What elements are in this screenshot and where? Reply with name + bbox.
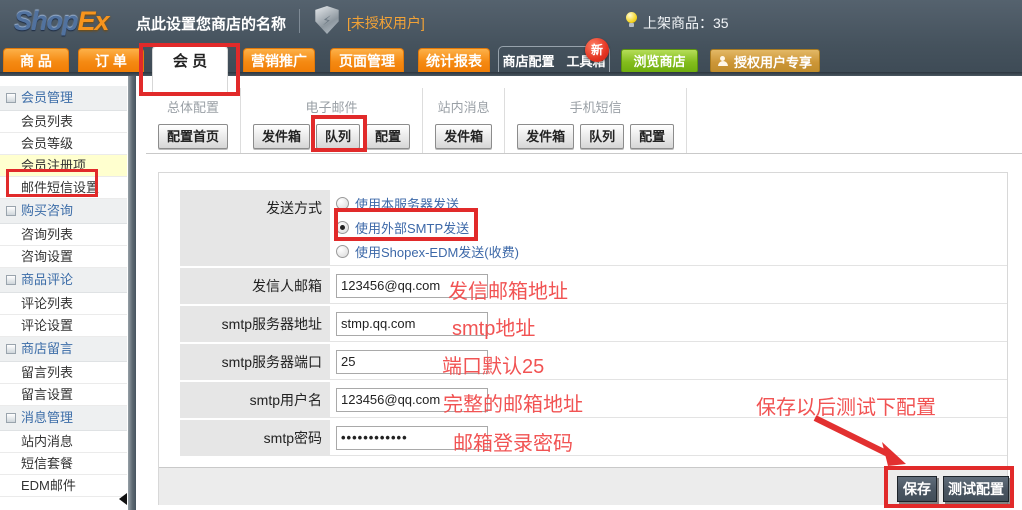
bulb-icon bbox=[626, 12, 637, 23]
nav-tab-members-active[interactable]: 会 员 bbox=[152, 46, 228, 94]
subtab-group-title: 电子邮件 bbox=[253, 97, 410, 116]
test-config-button[interactable]: 测试配置 bbox=[943, 476, 1009, 502]
section-square-icon bbox=[6, 93, 16, 103]
sidebar-item-sms-package[interactable]: 短信套餐 bbox=[0, 453, 127, 475]
subtab-sitemsg-outbox[interactable]: 发件箱 bbox=[435, 124, 492, 149]
vip-users-label: 授权用户专享 bbox=[734, 52, 812, 71]
section-square-icon bbox=[6, 413, 16, 423]
smtp-user-label: smtp用户名 bbox=[180, 382, 330, 418]
radio-checked-icon[interactable] bbox=[336, 221, 349, 234]
logo-ex-text: Ex bbox=[78, 6, 109, 36]
subtab-group-general: 总体配置 配置首页 bbox=[146, 88, 241, 153]
sidebar-divider-bar[interactable] bbox=[128, 76, 136, 510]
form-row-smtp-password: smtp密码 bbox=[180, 420, 1007, 456]
subtab-email-outbox[interactable]: 发件箱 bbox=[253, 124, 310, 149]
subtab-sms-outbox[interactable]: 发件箱 bbox=[517, 124, 574, 149]
subtab-group-sms: 手机短信 发件箱 队列 配置 bbox=[505, 88, 687, 153]
smtp-user-input[interactable] bbox=[336, 388, 488, 412]
nav-tab-reports[interactable]: 统计报表 bbox=[418, 48, 490, 72]
smtp-settings-form: 发送方式 使用本服务器发送 使用外部SMTP发送 使用Shopex-EDM发送(… bbox=[180, 190, 1007, 458]
form-row-sender-email: 发信人邮箱 bbox=[180, 268, 1007, 304]
radio-icon[interactable] bbox=[336, 245, 349, 258]
form-row-smtp-port: smtp服务器端口 bbox=[180, 344, 1007, 380]
subtab-email-queue[interactable]: 队列 bbox=[316, 124, 360, 149]
panel-footer-bar: 保存 测试配置 bbox=[159, 467, 1007, 505]
subtab-group-title: 站内消息 bbox=[435, 97, 492, 116]
nav-tab-pages[interactable]: 页面管理 bbox=[330, 48, 404, 72]
sidebar-item-member-register[interactable]: 会员注册项 bbox=[0, 155, 127, 177]
subtab-group-email: 电子邮件 发件箱 队列 配置 bbox=[241, 88, 423, 153]
sidebar-item-inquiry-list[interactable]: 咨询列表 bbox=[0, 224, 127, 246]
radio-use-local-server[interactable]: 使用本服务器发送 bbox=[336, 194, 519, 213]
lightning-icon: ⚡ bbox=[322, 14, 331, 27]
store-title-link[interactable]: 点此设置您商店的名称 bbox=[136, 13, 286, 34]
sidebar-section-message-mgmt: 消息管理 bbox=[0, 406, 127, 431]
nav-tab-orders[interactable]: 订 单 bbox=[78, 48, 144, 72]
form-row-send-method: 发送方式 使用本服务器发送 使用外部SMTP发送 使用Shopex-EDM发送(… bbox=[180, 190, 1007, 266]
section-square-icon bbox=[6, 206, 16, 216]
form-row-smtp-server: smtp服务器地址 bbox=[180, 306, 1007, 342]
top-bar: ShopEx 点此设置您商店的名称 ⚡ [未授权用户] 上架商品：35 商 品 … bbox=[0, 0, 1022, 76]
save-button[interactable]: 保存 bbox=[897, 476, 937, 502]
logo-shop-text: Shop bbox=[14, 6, 78, 36]
vip-users-button[interactable]: 授权用户专享 bbox=[710, 49, 820, 73]
sidebar-item-review-list[interactable]: 评论列表 bbox=[0, 293, 127, 315]
nav-tab-goods[interactable]: 商 品 bbox=[3, 48, 69, 72]
sidebar-section-product-reviews: 商品评论 bbox=[0, 268, 127, 293]
sidebar-item-inquiry-settings[interactable]: 咨询设置 bbox=[0, 246, 127, 268]
browse-store-button[interactable]: 浏览商店 bbox=[621, 49, 698, 73]
sidebar-item-message-settings[interactable]: 留言设置 bbox=[0, 384, 127, 406]
radio-use-external-smtp[interactable]: 使用外部SMTP发送 bbox=[336, 218, 519, 237]
smtp-port-input[interactable] bbox=[336, 350, 488, 374]
smtp-server-label: smtp服务器地址 bbox=[180, 306, 330, 342]
sidebar-section-member-mgmt: 会员管理 bbox=[0, 86, 127, 111]
sidebar-section-store-messages: 商店留言 bbox=[0, 337, 127, 362]
sidebar-item-member-level[interactable]: 会员等级 bbox=[0, 133, 127, 155]
nav-tab-store-config[interactable]: 商店配置 bbox=[502, 51, 554, 70]
subtab-group-title: 手机短信 bbox=[517, 97, 674, 116]
new-badge: 新 bbox=[585, 38, 609, 62]
sender-email-label: 发信人邮箱 bbox=[180, 268, 330, 304]
nav-tab-marketing[interactable]: 营销推广 bbox=[243, 48, 315, 72]
subtab-sms-queue[interactable]: 队列 bbox=[580, 124, 624, 149]
sidebar-item-message-list[interactable]: 留言列表 bbox=[0, 362, 127, 384]
section-square-icon bbox=[6, 344, 16, 354]
online-products-count: 上架商品：35 bbox=[643, 13, 729, 33]
subtab-email-config[interactable]: 配置 bbox=[366, 124, 410, 149]
smtp-password-label: smtp密码 bbox=[180, 420, 330, 456]
license-status[interactable]: [未授权用户] bbox=[347, 13, 425, 33]
subtab-bar: 总体配置 配置首页 电子邮件 发件箱 队列 配置 站内消息 发件箱 手机短信 发… bbox=[146, 88, 1022, 154]
subtab-group-title: 总体配置 bbox=[158, 97, 228, 116]
radio-use-shopex-edm[interactable]: 使用Shopex-EDM发送(收费) bbox=[336, 242, 519, 261]
sidebar-collapse-icon[interactable] bbox=[119, 493, 127, 505]
subtab-group-site-message: 站内消息 发件箱 bbox=[423, 88, 505, 153]
sidebar-section-purchase-inquiry: 购买咨询 bbox=[0, 199, 127, 224]
smtp-port-label: smtp服务器端口 bbox=[180, 344, 330, 380]
user-icon bbox=[718, 56, 728, 66]
send-method-label: 发送方式 bbox=[180, 190, 330, 266]
sidebar-item-mail-sms-settings[interactable]: 邮件短信设置 bbox=[0, 177, 127, 199]
topbar-divider bbox=[299, 9, 300, 33]
smtp-server-input[interactable] bbox=[336, 312, 488, 336]
sidebar: 会员管理 会员列表 会员等级 会员注册项 邮件短信设置 购买咨询 咨询列表 咨询… bbox=[0, 78, 127, 497]
form-row-smtp-user: smtp用户名 bbox=[180, 382, 1007, 418]
subtab-config-home[interactable]: 配置首页 bbox=[158, 124, 228, 149]
sidebar-item-member-list[interactable]: 会员列表 bbox=[0, 111, 127, 133]
shield-icon: ⚡ bbox=[314, 6, 340, 34]
sender-email-input[interactable] bbox=[336, 274, 488, 298]
subtab-sms-config[interactable]: 配置 bbox=[630, 124, 674, 149]
sidebar-item-site-messages[interactable]: 站内消息 bbox=[0, 431, 127, 453]
sidebar-item-edm-mail[interactable]: EDM邮件 bbox=[0, 475, 127, 497]
radio-icon[interactable] bbox=[336, 197, 349, 210]
sidebar-item-review-settings[interactable]: 评论设置 bbox=[0, 315, 127, 337]
smtp-password-input[interactable] bbox=[336, 426, 488, 450]
shopex-logo[interactable]: ShopEx bbox=[14, 6, 109, 37]
section-square-icon bbox=[6, 275, 16, 285]
